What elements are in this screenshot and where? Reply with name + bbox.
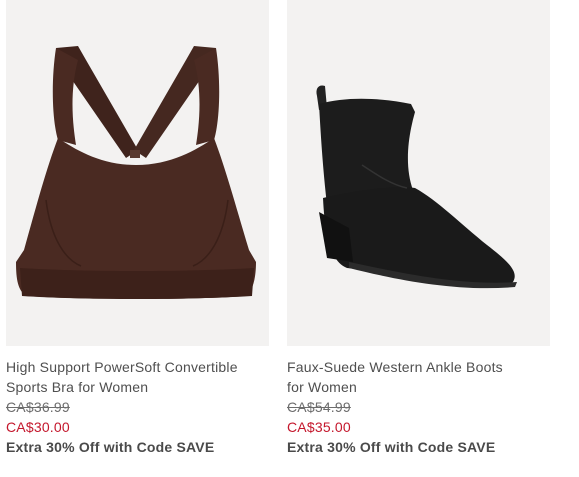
product-name[interactable]: High Support PowerSoft Convertible Sport… <box>6 357 269 397</box>
product-name-line-2[interactable]: Sports Bra for Women <box>6 377 269 397</box>
product-card-ankle-boots[interactable]: Faux-Suede Western Ankle Boots for Women… <box>287 0 550 457</box>
sale-price: CA$30.00 <box>6 419 70 435</box>
sports-bra-image <box>16 46 256 299</box>
product-name-line-1[interactable]: High Support PowerSoft Convertible <box>6 357 269 377</box>
product-grid: High Support PowerSoft Convertible Sport… <box>0 0 579 477</box>
original-price: CA$36.99 <box>6 399 70 415</box>
product-name[interactable]: Faux-Suede Western Ankle Boots for Women <box>287 357 550 397</box>
promo-text: Extra 30% Off with Code SAVE <box>6 439 215 455</box>
promo-text: Extra 30% Off with Code SAVE <box>287 439 496 455</box>
product-image-ankle-boots[interactable] <box>287 0 550 346</box>
product-name-line-2[interactable]: for Women <box>287 377 550 397</box>
product-image-sports-bra[interactable] <box>6 0 269 346</box>
sale-price: CA$35.00 <box>287 419 351 435</box>
product-card-sports-bra[interactable]: High Support PowerSoft Convertible Sport… <box>6 0 269 457</box>
ankle-boot-image <box>316 85 517 289</box>
product-name-line-1[interactable]: Faux-Suede Western Ankle Boots <box>287 357 550 377</box>
original-price: CA$54.99 <box>287 399 351 415</box>
